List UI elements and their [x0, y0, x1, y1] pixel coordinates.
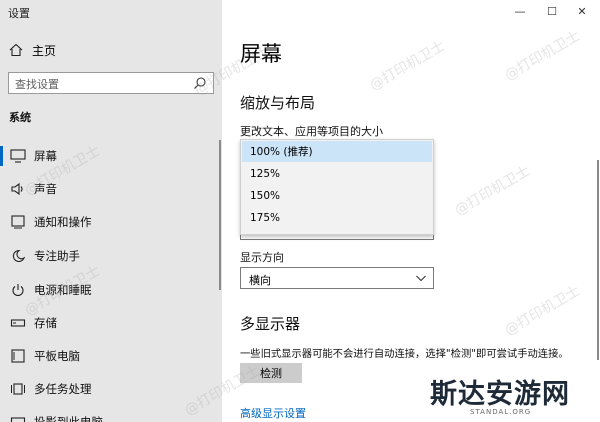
tablet-icon	[9, 348, 27, 364]
scale-dropdown-menu: 100% (推荐) 125% 150% 175%	[240, 139, 434, 235]
scale-label: 更改文本、应用等项目的大小	[240, 125, 383, 138]
sidebar-item-focus-assist[interactable]: 专注助手	[0, 240, 222, 272]
sidebar-item-multitasking[interactable]: 多任务处理	[0, 373, 222, 405]
site-logo: 斯达安游网 STANDAL.ORG	[430, 372, 595, 418]
multi-display-description: 一些旧式显示器可能不会进行自动连接，选择"检测"即可尝试手动连接。	[240, 348, 569, 360]
sidebar-item-label: 平板电脑	[34, 349, 80, 363]
home-label: 主页	[32, 43, 57, 58]
section-label: 系统	[9, 111, 31, 124]
sidebar-item-storage[interactable]: 存储	[0, 307, 222, 339]
scale-heading: 缩放与布局	[240, 94, 316, 112]
chevron-down-icon	[416, 275, 426, 282]
sidebar: 设置 主页 查找设置 系统 屏幕 声音 通知和操作 专注助手 电源和睡眠 存储 …	[0, 0, 222, 422]
sidebar-item-label: 存储	[34, 316, 57, 330]
multitask-icon	[9, 381, 27, 397]
sidebar-item-project[interactable]: 投影到此电脑	[0, 406, 222, 422]
scale-option[interactable]: 175%	[242, 207, 432, 228]
search-input[interactable]: 查找设置	[8, 72, 214, 94]
app-title: 设置	[8, 7, 30, 20]
scale-option[interactable]: 125%	[242, 163, 432, 184]
sidebar-item-notifications[interactable]: 通知和操作	[0, 206, 222, 238]
close-button[interactable]: ✕	[572, 4, 592, 18]
sidebar-item-label: 电源和睡眠	[34, 283, 92, 297]
storage-icon	[9, 315, 27, 331]
detect-button[interactable]: 检测	[240, 363, 302, 383]
sidebar-item-tablet[interactable]: 平板电脑	[0, 340, 222, 372]
scale-option[interactable]: 100% (推荐)	[242, 141, 432, 162]
notification-icon	[9, 214, 27, 230]
main-panel: — ☐ ✕ 屏幕 缩放与布局 更改文本、应用等项目的大小 100% (推荐) 1…	[222, 0, 600, 422]
home-nav-item[interactable]: 主页	[0, 38, 222, 62]
maximize-button[interactable]: ☐	[542, 4, 562, 18]
orientation-dropdown[interactable]: 横向	[240, 267, 434, 289]
sidebar-item-label: 多任务处理	[34, 382, 92, 396]
sidebar-item-label: 专注助手	[34, 249, 80, 263]
logo-text: 斯达安游网	[430, 379, 570, 410]
search-placeholder: 查找设置	[15, 78, 59, 91]
speaker-icon	[9, 181, 27, 197]
page-title: 屏幕	[240, 42, 282, 66]
sidebar-item-label: 投影到此电脑	[34, 415, 103, 422]
sidebar-item-display[interactable]: 屏幕	[0, 140, 222, 172]
orientation-label: 显示方向	[240, 251, 284, 264]
sidebar-scrollbar[interactable]	[219, 140, 221, 290]
minimize-button[interactable]: —	[510, 4, 530, 18]
monitor-icon	[9, 148, 27, 164]
sidebar-item-label: 通知和操作	[34, 215, 92, 229]
sidebar-item-label: 屏幕	[34, 149, 57, 163]
search-icon	[194, 77, 206, 89]
sidebar-item-sound[interactable]: 声音	[0, 173, 222, 205]
logo-subtext: STANDAL.ORG	[470, 408, 532, 416]
sidebar-item-power[interactable]: 电源和睡眠	[0, 274, 222, 306]
sidebar-item-label: 声音	[34, 182, 57, 196]
home-icon	[8, 42, 24, 58]
main-scrollbar[interactable]	[597, 160, 599, 360]
power-icon	[9, 282, 27, 298]
advanced-display-link[interactable]: 高级显示设置	[240, 405, 306, 421]
orientation-value: 横向	[249, 274, 271, 287]
scale-option[interactable]: 150%	[242, 185, 432, 206]
multi-display-heading: 多显示器	[240, 315, 301, 333]
projector-icon	[9, 414, 27, 422]
moon-icon	[9, 248, 27, 264]
